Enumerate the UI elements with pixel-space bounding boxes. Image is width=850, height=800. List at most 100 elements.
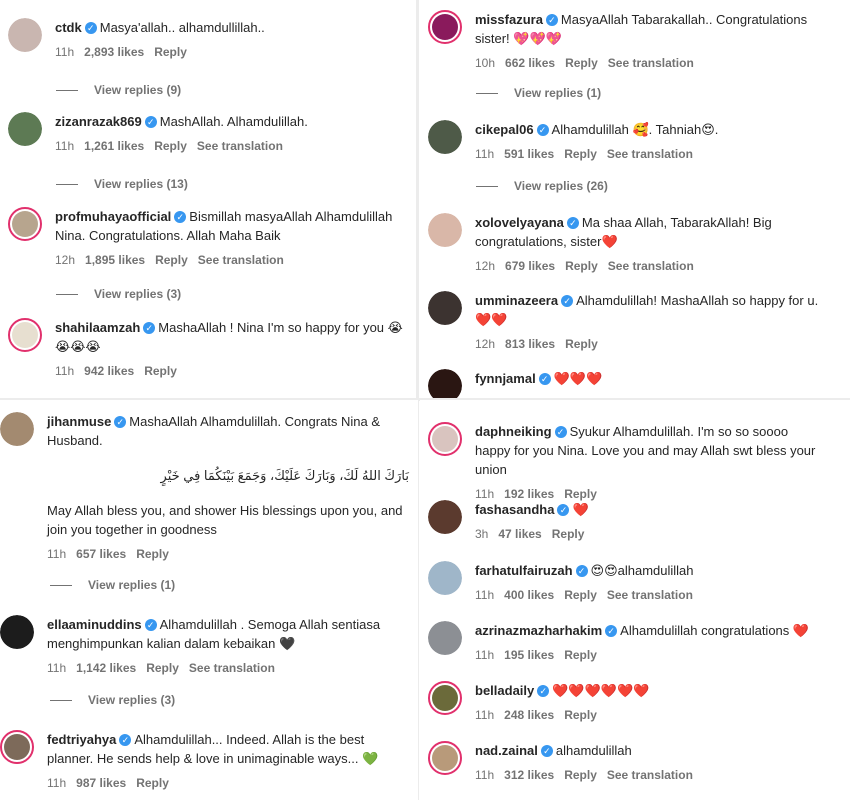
likes-count[interactable]: 1,261 likes [84,139,144,153]
avatar[interactable] [0,412,34,446]
reply-button[interactable]: Reply [154,139,187,153]
avatar[interactable] [8,18,42,52]
reply-button[interactable]: Reply [136,776,169,790]
likes-count[interactable]: 813 likes [505,337,555,351]
reply-button[interactable]: Reply [564,648,597,662]
verified-icon: ✓ [537,684,550,697]
username[interactable]: jihanmuse [47,414,111,429]
likes-count[interactable]: 195 likes [504,648,554,662]
username[interactable]: belladaily [475,683,534,698]
likes-count[interactable]: 662 likes [505,56,555,70]
username[interactable]: cikepal06 [475,122,534,137]
reply-button[interactable]: Reply [155,253,188,267]
likes-count[interactable]: 679 likes [505,259,555,273]
likes-count[interactable]: 657 likes [76,547,126,561]
view-replies-button[interactable]: View replies (1) [50,578,175,592]
reply-button[interactable]: Reply [565,56,598,70]
comments-panel-top-right: missfazura ✓ MasyaAllah Tabarakallah.. Con… [420,0,850,398]
view-replies-button[interactable]: View replies (9) [56,83,181,97]
username[interactable]: ellaaminuddins [47,617,142,632]
username[interactable]: fashasandha [475,502,554,517]
reply-button[interactable]: Reply [564,768,597,782]
comment-time: 11h [475,487,495,501]
view-replies-button[interactable]: View replies (3) [56,287,181,301]
see-translation-button[interactable]: See translation [607,588,693,602]
username[interactable]: azrinazmazharhakim [475,623,602,638]
see-translation-button[interactable]: See translation [198,253,284,267]
comment-time: 12h [55,253,76,267]
likes-count[interactable]: 312 likes [504,768,554,782]
likes-count[interactable]: 400 likes [504,588,554,602]
avatar[interactable] [0,730,34,764]
see-translation-button[interactable]: See translation [608,259,694,273]
reply-button[interactable]: Reply [565,337,598,351]
comment-text: alhamdulillah [555,743,632,758]
avatar[interactable] [8,318,42,352]
comment-time: 11h [475,588,495,602]
reply-button[interactable]: Reply [564,147,597,161]
comment-text: Masya'allah.. alhamdullillah.. [99,20,265,35]
avatar[interactable] [0,615,34,649]
reply-button[interactable]: Reply [565,259,598,273]
username[interactable]: ctdk [55,20,82,35]
username[interactable]: nad.zainal [475,743,538,758]
username[interactable]: farhatulfairuzah [475,563,573,578]
comment-time: 11h [475,768,495,782]
avatar[interactable] [8,112,42,146]
reply-button[interactable]: Reply [552,527,585,541]
likes-count[interactable]: 987 likes [76,776,126,790]
username[interactable]: fynnjamal [475,371,536,386]
avatar[interactable] [428,561,462,595]
reply-button[interactable]: Reply [146,661,179,675]
view-replies-button[interactable]: View replies (3) [50,693,175,707]
username[interactable]: zizanrazak869 [55,114,142,129]
verified-icon: ✓ [566,216,579,229]
avatar[interactable] [8,207,42,241]
comments-panel-bottom-right: daphneiking ✓ Syukur Alhamdulillah. I'm so… [420,400,850,800]
likes-count[interactable]: 1,142 likes [76,661,136,675]
username[interactable]: umminazeera [475,293,558,308]
likes-count[interactable]: 2,893 likes [84,45,144,59]
likes-count[interactable]: 192 likes [504,487,554,501]
avatar[interactable] [428,681,462,715]
likes-count[interactable]: 47 likes [498,527,541,541]
reply-button[interactable]: Reply [564,708,597,722]
username[interactable]: profmuhayaofficial [55,209,171,224]
avatar[interactable] [428,500,462,534]
username[interactable]: fedtriyahya [47,732,116,747]
avatar[interactable] [428,621,462,655]
view-replies-button[interactable]: View replies (1) [476,86,601,100]
avatar[interactable] [428,10,462,44]
verified-icon: ✓ [545,13,558,26]
reply-button[interactable]: Reply [144,364,177,378]
see-translation-button[interactable]: See translation [607,768,693,782]
see-translation-button[interactable]: See translation [608,56,694,70]
reply-button[interactable]: Reply [136,547,169,561]
username[interactable]: xolovelyayana [475,215,564,230]
avatar[interactable] [428,369,462,398]
see-translation-button[interactable]: See translation [197,139,283,153]
avatar[interactable] [428,741,462,775]
view-replies-button[interactable]: View replies (13) [56,177,188,191]
likes-count[interactable]: 942 likes [84,364,134,378]
username[interactable]: daphneiking [475,424,552,439]
see-translation-button[interactable]: See translation [189,661,275,675]
see-translation-button[interactable]: See translation [607,147,693,161]
avatar[interactable] [428,213,462,247]
verified-icon: ✓ [575,564,588,577]
avatar[interactable] [428,422,462,456]
avatar[interactable] [428,120,462,154]
reply-button[interactable]: Reply [564,588,597,602]
reply-button[interactable]: Reply [564,487,597,501]
username[interactable]: shahilaamzah [55,320,140,335]
view-replies-button[interactable]: View replies (26) [476,179,608,193]
comment-time: 12h [475,337,496,351]
username[interactable]: missfazura [475,12,543,27]
reply-button[interactable]: Reply [154,45,187,59]
verified-icon: ✓ [561,294,574,307]
verified-icon: ✓ [605,624,618,637]
likes-count[interactable]: 591 likes [504,147,554,161]
likes-count[interactable]: 248 likes [504,708,554,722]
likes-count[interactable]: 1,895 likes [85,253,145,267]
avatar[interactable] [428,291,462,325]
